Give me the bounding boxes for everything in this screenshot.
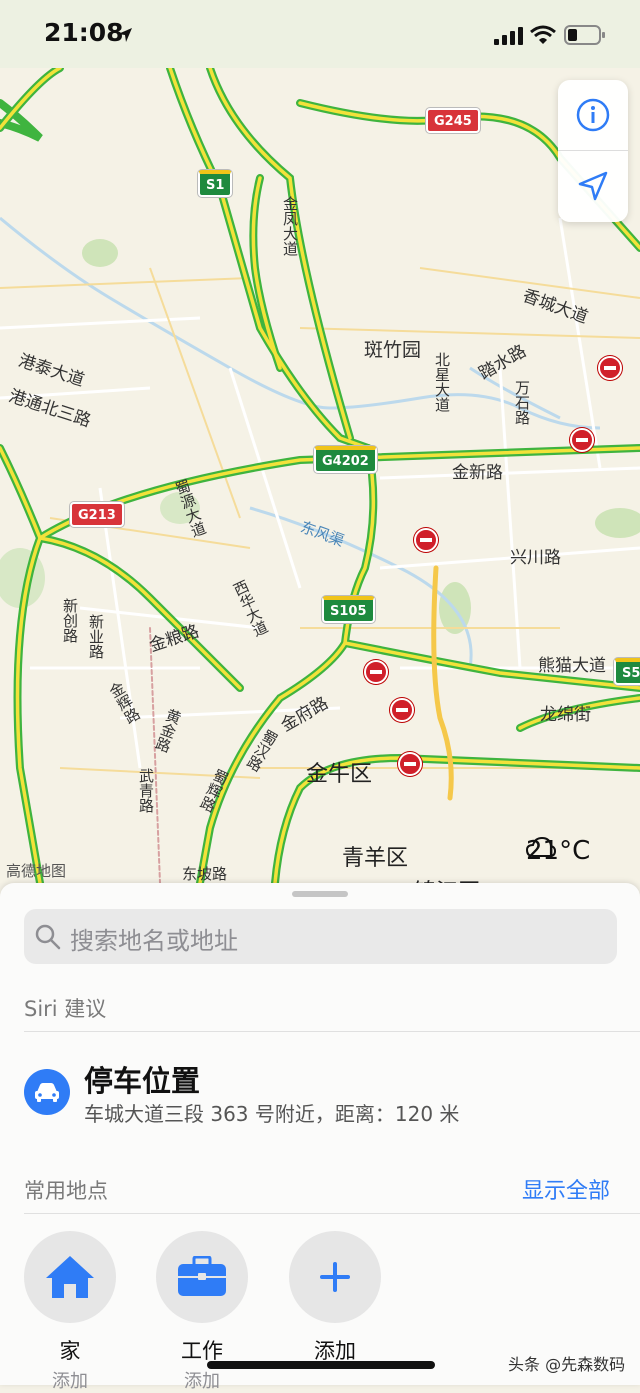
highway-shield: S1 <box>198 170 233 197</box>
divider <box>24 1031 640 1032</box>
search-placeholder: 搜索地名或地址 <box>70 927 238 955</box>
battery-icon <box>564 25 605 45</box>
sheet-grabber[interactable] <box>292 891 348 897</box>
home-indicator[interactable] <box>207 1361 435 1369</box>
plus-icon <box>320 1262 350 1292</box>
briefcase-icon <box>178 1256 226 1296</box>
favorite-add[interactable]: 添加 <box>289 1231 381 1365</box>
weather-widget: 21°C <box>526 836 590 866</box>
district-label: 金牛区 <box>306 762 373 787</box>
favorites-title: 常用地点 <box>24 1179 108 1203</box>
car-icon <box>24 1069 70 1115</box>
wifi-icon <box>530 25 556 44</box>
road-closure-icon[interactable] <box>414 528 438 552</box>
cloud-icon <box>526 836 556 857</box>
district-label: 锦江区 <box>414 874 480 883</box>
favorite-label: 家 <box>59 1339 81 1363</box>
show-all-link[interactable]: 显示全部 <box>522 1173 610 1205</box>
road-label: 新创路 <box>61 598 79 643</box>
place-label: 斑竹园 <box>364 339 422 361</box>
locate-me-button[interactable] <box>558 151 628 221</box>
map-attribution: 高德地图 <box>6 862 67 880</box>
info-icon <box>576 98 610 132</box>
highway-shield: G4202 <box>314 446 377 473</box>
road-closure-icon[interactable] <box>598 356 622 380</box>
location-services-icon <box>118 28 132 42</box>
road-closure-icon[interactable] <box>570 428 594 452</box>
divider <box>24 1213 640 1214</box>
road-label: 金新路 <box>452 463 503 483</box>
parked-car-item[interactable]: 停车位置 车城大道三段 363 号附近，距离：120 米 <box>0 1050 640 1130</box>
road-label: 武青路 <box>137 768 155 813</box>
district-label: 青羊区 <box>342 846 409 871</box>
info-button[interactable] <box>558 80 628 150</box>
road-label: 东坡路 <box>182 865 228 883</box>
road-closure-icon[interactable] <box>390 698 414 722</box>
parked-car-address: 车城大道三段 363 号附近，距离：120 米 <box>84 1102 460 1126</box>
road-label: 兴川路 <box>510 548 561 568</box>
highway-shield: S5 <box>614 658 640 685</box>
road-label: 熊猫大道 <box>538 656 606 676</box>
road-closure-icon[interactable] <box>364 660 388 684</box>
road-label: 北星大道 <box>433 352 451 412</box>
cellular-signal-icon <box>494 27 523 45</box>
map-controls <box>558 80 628 222</box>
highway-shield: S105 <box>322 596 375 623</box>
parked-car-title: 停车位置 <box>84 1064 201 1098</box>
favorite-sublabel: 添加 <box>52 1371 88 1392</box>
favorite-sublabel: 添加 <box>184 1371 220 1392</box>
watermark: 头条 @先森数码 <box>508 1355 626 1374</box>
road-label: 龙绵街 <box>540 705 591 725</box>
highway-shield: G213 <box>70 502 124 527</box>
status-time: 21:08 <box>44 18 124 47</box>
home-icon <box>46 1256 94 1298</box>
map-view[interactable]: 斑竹园 香城大道 港泰大道 港通北三路 金新路 兴川路 东风渠 金粮路 熊猫大道… <box>0 68 640 883</box>
road-closure-icon[interactable] <box>398 752 422 776</box>
siri-suggestions-title: Siri 建议 <box>24 997 107 1021</box>
search-input[interactable]: 搜索地名或地址 <box>24 909 617 964</box>
road-label: 金凤大道 <box>281 196 299 256</box>
bottom-sheet[interactable]: 搜索地名或地址 Siri 建议 停车位置 车城大道三段 363 号附近，距离：1… <box>0 883 640 1392</box>
road-label: 万石路 <box>513 380 531 425</box>
favorite-home[interactable]: 家 添加 <box>24 1231 116 1393</box>
status-bar: 21:08 <box>0 0 640 68</box>
search-icon <box>35 924 61 950</box>
road-label: 新业路 <box>87 614 105 659</box>
highway-shield: G245 <box>426 108 480 133</box>
location-arrow-icon <box>578 171 608 201</box>
